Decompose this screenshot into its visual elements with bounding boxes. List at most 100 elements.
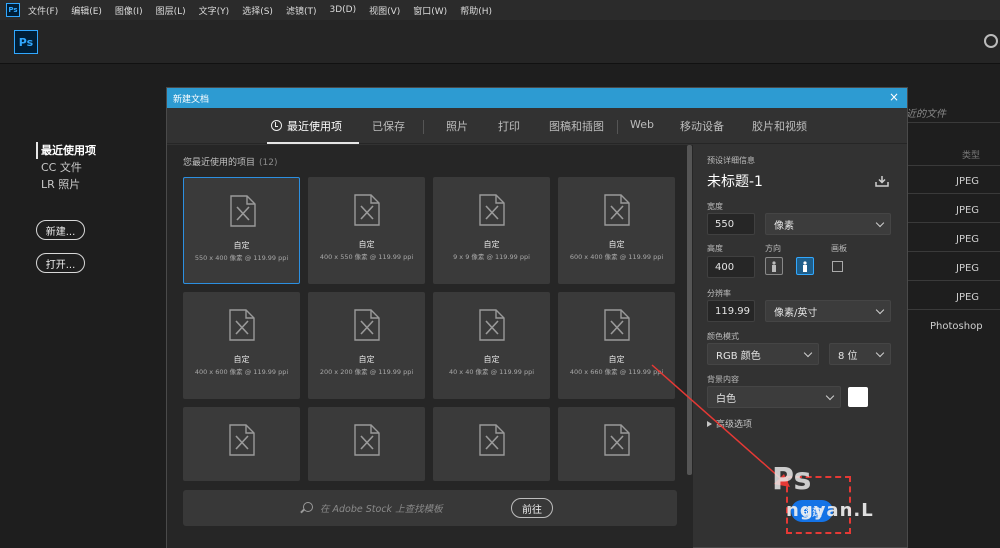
color-mode-value: RGB 颜色 (716, 350, 761, 362)
preset-tile[interactable] (558, 407, 675, 481)
start-open-button[interactable]: 打开... (36, 253, 85, 273)
resolution-unit-select[interactable]: 像素/英寸 (765, 300, 891, 322)
start-new-button[interactable]: 新建... (36, 220, 85, 240)
chevron-right-icon (707, 421, 712, 427)
preset-tile[interactable]: 自定 550 x 400 像素 @ 119.99 ppi (183, 177, 300, 284)
orientation-label: 方向 (765, 244, 781, 253)
menu-image[interactable]: 图像(I) (115, 4, 143, 17)
goto-button[interactable]: 前往 (511, 498, 553, 518)
document-icon (479, 309, 505, 341)
tab-art-illustration[interactable]: 图稿和插图 (549, 118, 604, 134)
bit-depth-select[interactable]: 8 位 (829, 343, 891, 365)
tab-web[interactable]: Web (630, 118, 654, 131)
preset-tile[interactable] (433, 407, 550, 481)
background-select[interactable]: 白色 (707, 386, 841, 408)
menu-bar: Ps 文件(F) 编辑(E) 图像(I) 图层(L) 文字(Y) 选择(S) 滤… (0, 0, 1000, 20)
app-bar: Ps (0, 20, 1000, 64)
tab-saved[interactable]: 已保存 (372, 118, 405, 134)
preset-tile[interactable] (308, 407, 425, 481)
menu-3d[interactable]: 3D(D) (329, 5, 356, 15)
landscape-orientation-button[interactable] (796, 257, 814, 275)
menu-window[interactable]: 窗口(W) (413, 4, 447, 17)
preset-tile[interactable]: 自定 400 x 600 像素 @ 119.99 ppi (183, 292, 300, 399)
preset-tile[interactable] (183, 407, 300, 481)
preset-tile[interactable]: 自定 400 x 550 像素 @ 119.99 ppi (308, 177, 425, 284)
dialog-title-bar: 新建文档 × (167, 88, 907, 108)
file-type: JPEG (956, 234, 980, 245)
recent-items-label: 您最近使用的项目 (12) (183, 155, 278, 168)
preset-size: 400 x 550 像素 @ 119.99 ppi (319, 253, 414, 261)
file-type: JPEG (956, 292, 980, 303)
preset-name: 自定 (358, 355, 375, 364)
preset-name: 自定 (233, 355, 250, 364)
tab-film-video[interactable]: 胶片和视频 (752, 118, 807, 134)
photoshop-app-logo-icon[interactable]: Ps (14, 30, 38, 54)
tab-photo[interactable]: 照片 (446, 118, 468, 134)
file-type: Photoshop (930, 321, 983, 332)
chevron-down-icon (825, 391, 835, 401)
divider (906, 251, 1000, 252)
portrait-orientation-button[interactable] (765, 257, 783, 275)
document-icon (604, 309, 630, 341)
preset-tile[interactable]: 自定 40 x 40 像素 @ 119.99 ppi (433, 292, 550, 399)
recent-items-text: 您最近使用的项目 (183, 158, 256, 168)
resolution-unit-value: 像素/英寸 (774, 307, 818, 319)
document-icon (230, 195, 256, 227)
resolution-input[interactable]: 119.99 (707, 300, 755, 322)
height-input[interactable]: 400 (707, 256, 755, 278)
preset-tile[interactable]: 自定 400 x 660 像素 @ 119.99 ppi (558, 292, 675, 399)
menu-select[interactable]: 选择(S) (242, 4, 273, 17)
width-input[interactable]: 550 (707, 213, 755, 235)
color-mode-label: 颜色模式 (707, 332, 739, 341)
preset-tile[interactable]: 自定 600 x 400 像素 @ 119.99 ppi (558, 177, 675, 284)
preset-size: 200 x 200 像素 @ 119.99 ppi (319, 368, 414, 376)
start-nav-recent[interactable]: 最近使用项 (36, 142, 96, 159)
preset-tile[interactable]: 自定 200 x 200 像素 @ 119.99 ppi (308, 292, 425, 399)
preset-tabs: 最近使用项 已保存 照片 打印 图稿和插图 Web 移动设备 胶片和视频 (167, 108, 907, 144)
watermark-mark: Ps (772, 462, 812, 497)
preset-tile[interactable]: 自定 9 x 9 像素 @ 119.99 ppi (433, 177, 550, 284)
person-icon (772, 261, 776, 272)
preset-size: 400 x 600 像素 @ 119.99 ppi (194, 368, 289, 376)
preset-size: 40 x 40 像素 @ 119.99 ppi (448, 368, 535, 376)
menu-view[interactable]: 视图(V) (369, 4, 400, 17)
document-name[interactable]: 未标题-1 (707, 171, 763, 191)
divider (906, 222, 1000, 223)
menu-file[interactable]: 文件(F) (28, 4, 58, 17)
artboard-checkbox[interactable] (832, 261, 843, 272)
advanced-options-toggle[interactable]: 高级选项 (707, 417, 752, 430)
color-mode-select[interactable]: RGB 颜色 (707, 343, 819, 365)
document-icon (479, 194, 505, 226)
document-icon (479, 424, 505, 456)
close-icon[interactable]: × (887, 90, 901, 104)
file-type: JPEG (956, 205, 980, 216)
background-color-swatch[interactable] (848, 387, 868, 407)
preset-name: 自定 (233, 241, 250, 250)
photoshop-logo-icon: Ps (6, 3, 20, 17)
start-nav-cc-files[interactable]: CC 文件 (36, 159, 96, 176)
divider (906, 193, 1000, 194)
width-unit-select[interactable]: 像素 (765, 213, 891, 235)
chevron-down-icon (875, 305, 885, 315)
advanced-options-label: 高级选项 (716, 420, 753, 430)
menu-filter[interactable]: 滤镜(T) (286, 4, 317, 17)
artboard-label: 画板 (831, 244, 847, 253)
start-nav: 最近使用项 CC 文件 LR 照片 (36, 142, 96, 193)
recent-presets-panel: 您最近使用的项目 (12) 自定 550 x 400 像素 @ 119.99 ppi… (167, 145, 693, 548)
tab-recent[interactable]: 最近使用项 (271, 118, 342, 134)
menu-edit[interactable]: 编辑(E) (71, 4, 102, 17)
menu-help[interactable]: 帮助(H) (460, 4, 492, 17)
start-nav-lr-photos[interactable]: LR 照片 (36, 176, 96, 193)
menu-layer[interactable]: 图层(L) (156, 4, 186, 17)
scrollbar[interactable] (687, 145, 692, 475)
search-icon[interactable] (984, 34, 998, 48)
save-preset-icon[interactable] (875, 175, 889, 187)
divider (617, 120, 618, 134)
preset-size: 400 x 660 像素 @ 119.99 ppi (569, 368, 664, 376)
preset-name: 自定 (358, 240, 375, 249)
stock-search-input[interactable]: 在 Adobe Stock 上查找模板 (320, 501, 443, 515)
tab-mobile[interactable]: 移动设备 (680, 118, 724, 134)
tab-print[interactable]: 打印 (498, 118, 520, 134)
menu-type[interactable]: 文字(Y) (199, 4, 230, 17)
preset-name: 自定 (608, 240, 625, 249)
